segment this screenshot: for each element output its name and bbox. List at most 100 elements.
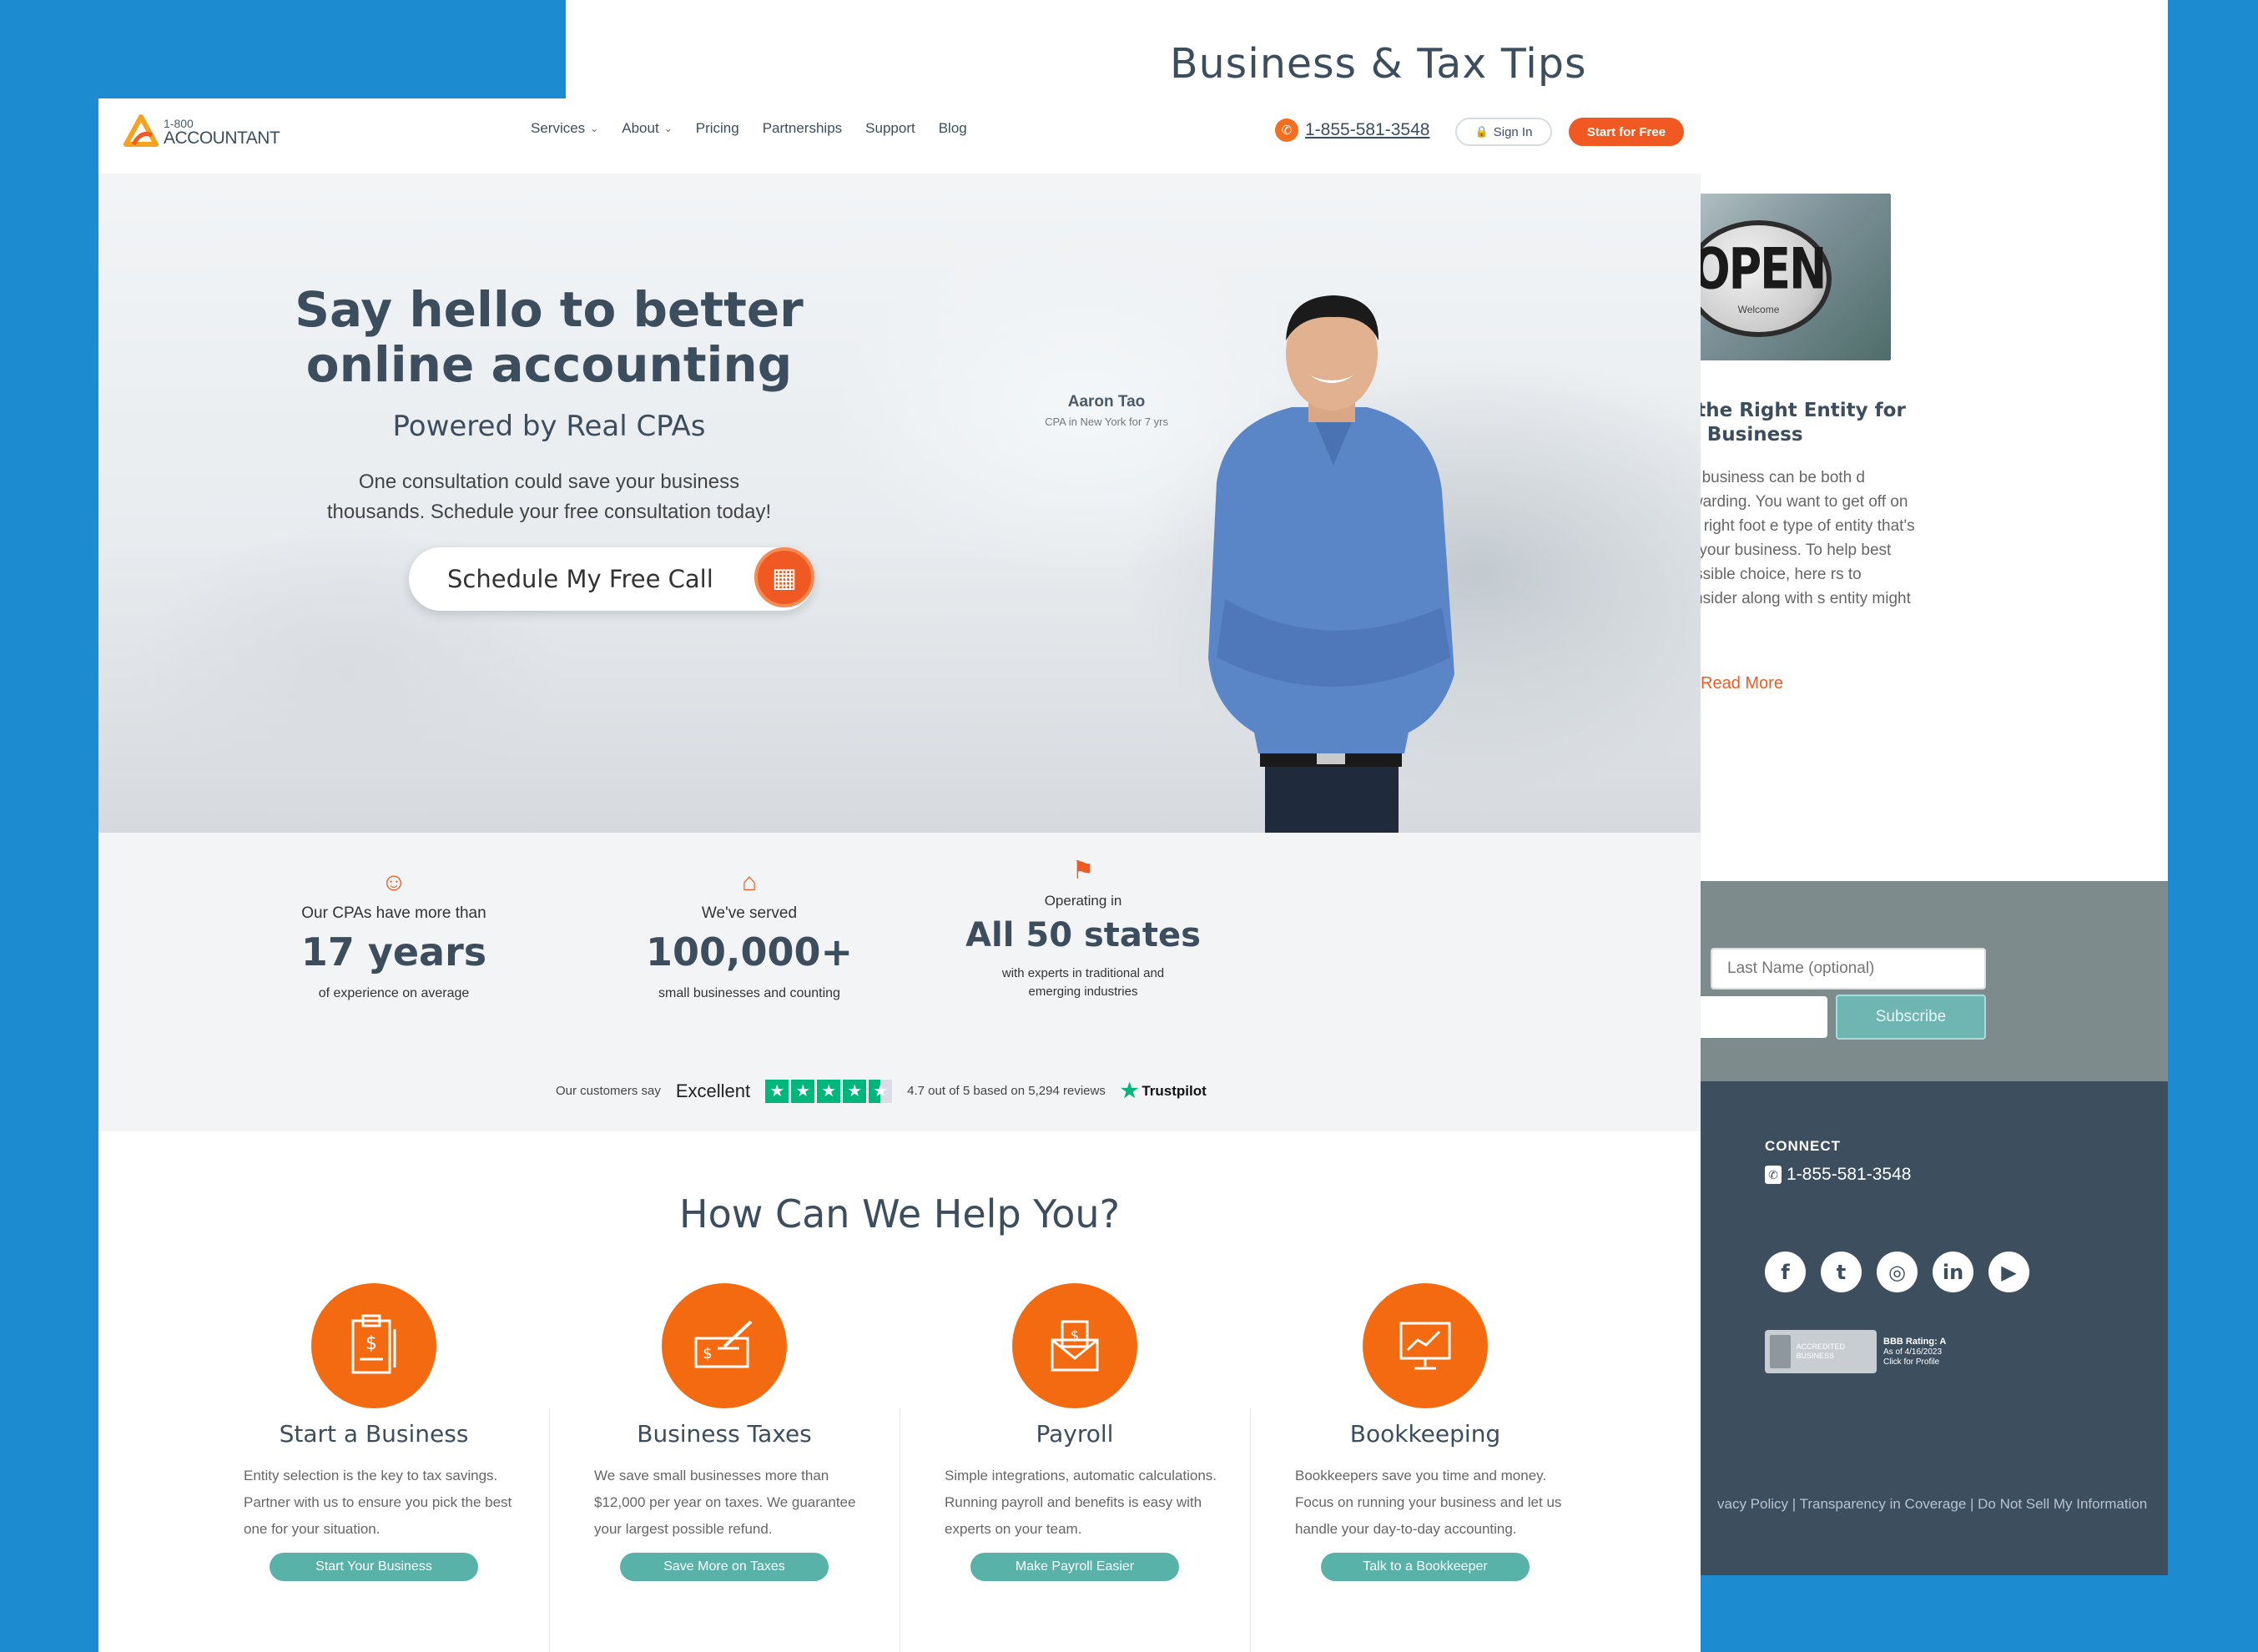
hero-body: One consultation could save your busines…: [326, 471, 772, 523]
save-more-on-taxes-button[interactable]: Save More on Taxes: [620, 1553, 829, 1581]
hero-headline: Say hello to better online accounting: [295, 281, 804, 393]
envelope-icon: $: [1012, 1283, 1137, 1408]
trustpilot-logo: ★ Trustpilot: [1121, 1079, 1207, 1103]
youtube-icon[interactable]: ▶: [1988, 1252, 2029, 1292]
storefront-icon: ⌂: [741, 869, 758, 896]
service-title: Start a Business: [279, 1420, 469, 1448]
menu-item-blog[interactable]: Blog: [939, 120, 967, 137]
sign-in-label: Sign In: [1493, 124, 1533, 139]
sign-in-button[interactable]: 🔒 Sign In: [1455, 118, 1552, 146]
make-payroll-easier-button[interactable]: Make Payroll Easier: [970, 1553, 1179, 1581]
section-title: Business & Tax Tips: [1170, 40, 1587, 88]
start-for-free-button[interactable]: Start for Free: [1569, 118, 1684, 146]
stat-experience: ☺ Our CPAs have more than 17 years of ex…: [244, 868, 544, 1003]
stat-states: ⚑ Operating in All 50 states with expert…: [933, 856, 1233, 1001]
bbb-logo-icon: [1770, 1335, 1792, 1368]
service-card-business-taxes: $ Business Taxes We save small businesse…: [566, 1283, 883, 1581]
flag-icon: ⚑: [1071, 857, 1095, 884]
bbb-rating: BBB Rating: A As of 4/16/2023 Click for …: [1883, 1337, 1946, 1367]
linkedin-icon[interactable]: in: [1933, 1252, 1973, 1292]
bbb-badge[interactable]: ACCREDITED BUSINESS BBB Rating: A As of …: [1765, 1330, 1962, 1373]
lock-icon: 🔒: [1474, 125, 1489, 138]
bbb-rating-click: Click for Profile: [1883, 1357, 1940, 1367]
service-text: Simple integrations, automatic calculati…: [945, 1468, 1217, 1537]
chart-board-icon: [1363, 1283, 1488, 1408]
sign-text: OPEN: [1691, 235, 1827, 302]
bbb-rating-title: BBB Rating: A: [1883, 1336, 1947, 1347]
stat-value: All 50 states: [965, 916, 1201, 954]
trustpilot-say: Our customers say: [556, 1084, 661, 1098]
divider: [1250, 1408, 1251, 1652]
star-icon: ★: [843, 1079, 867, 1103]
svg-text:$: $: [703, 1345, 712, 1362]
calendar-icon: ▦: [754, 547, 814, 607]
footer-legal-links[interactable]: vacy Policy | Transparency in Coverage |…: [1717, 1496, 2147, 1513]
trustpilot-brand: Trustpilot: [1142, 1082, 1207, 1099]
twitter-icon[interactable]: t: [1821, 1252, 1862, 1292]
stat-lead: Operating in: [1044, 893, 1122, 909]
stats-section: ☺ Our CPAs have more than 17 years of ex…: [98, 833, 1701, 1131]
subscribe-button[interactable]: Subscribe: [1836, 995, 1986, 1040]
service-text: Bookkeepers save you time and money. Foc…: [1295, 1468, 1562, 1537]
homepage: 1-800 ACCOUNTANT Services ⌄ About ⌄ Pricin…: [98, 98, 1701, 1652]
sign-subtext: Welcome: [1737, 303, 1780, 315]
star-icon: ★: [817, 1079, 841, 1103]
stat-lead: We've served: [701, 904, 798, 922]
trustpilot-star-icon: ★: [1120, 1080, 1139, 1102]
divider: [549, 1408, 550, 1652]
facebook-icon[interactable]: f: [1765, 1252, 1806, 1292]
menu-item-support[interactable]: Support: [865, 120, 915, 137]
stat-value: 17 years: [300, 929, 487, 975]
menu-label: Services: [531, 120, 586, 136]
service-card-start-business: $ Start a Business Entity selection is t…: [215, 1283, 532, 1581]
service-text: We save small businesses more than $12,0…: [594, 1468, 856, 1537]
service-card-payroll: $ Payroll Simple integrations, automatic…: [916, 1283, 1233, 1581]
menu-item-pricing[interactable]: Pricing: [696, 120, 739, 137]
footer-phone-number[interactable]: 1-855-581-3548: [1787, 1165, 1911, 1185]
hero-subheadline: Powered by Real CPAs: [392, 410, 706, 443]
service-title: Business Taxes: [637, 1420, 812, 1448]
schedule-call-label: Schedule My Free Call: [447, 565, 713, 593]
blog-post-title[interactable]: k the Right Entity for ur Business: [1677, 399, 1911, 447]
footer-phone[interactable]: ✆ 1-855-581-3548: [1765, 1165, 1911, 1185]
blog-post-excerpt: wn business can be both d rewarding. You…: [1677, 469, 1915, 632]
talk-to-bookkeeper-button[interactable]: Talk to a Bookkeeper: [1321, 1553, 1530, 1581]
social-links: f t ◎ in ▶: [1765, 1252, 2029, 1292]
logo[interactable]: 1-800 ACCOUNTANT: [123, 113, 280, 149]
svg-text:$: $: [1071, 1327, 1079, 1343]
logo-bottom: ACCOUNTANT: [164, 128, 280, 148]
star-icon: ★: [791, 1079, 815, 1103]
read-more-link[interactable]: Read More: [1701, 674, 1783, 693]
top-navigation: 1-800 ACCOUNTANT Services ⌄ About ⌄ Pricin…: [98, 98, 1701, 174]
last-name-input[interactable]: [1711, 948, 1986, 990]
clipboard-icon: $: [311, 1283, 436, 1408]
trustpilot-stars: ★ ★ ★ ★ ★: [765, 1079, 893, 1103]
stat-served: ⌂ We've served 100,000+ small businesses…: [599, 868, 900, 1003]
header-phone[interactable]: ✆ 1-855-581-3548: [1275, 118, 1429, 142]
bbb-seal-text: ACCREDITED BUSINESS: [1796, 1342, 1845, 1360]
menu-item-partnerships[interactable]: Partnerships: [763, 120, 842, 137]
stat-tail: of experience on average: [318, 986, 470, 1000]
stat-tail: small businesses and counting: [658, 986, 840, 1000]
instagram-icon[interactable]: ◎: [1877, 1252, 1918, 1292]
trustpilot-widget[interactable]: Our customers say Excellent ★ ★ ★ ★ ★ 4.…: [556, 1079, 1207, 1103]
menu-item-services[interactable]: Services ⌄: [531, 120, 598, 137]
star-icon: ★: [765, 1079, 789, 1103]
blog-thumbnail[interactable]: OPEN Welcome: [1677, 194, 1891, 360]
half-star-icon: ★: [869, 1079, 893, 1103]
cpa-photo: [1208, 295, 1454, 833]
check-signing-icon: $: [662, 1283, 787, 1408]
phone-icon: ✆: [1765, 1166, 1782, 1184]
face-icon: ☺: [381, 869, 407, 896]
service-card-bookkeeping: Bookkeeping Bookkeepers save you time an…: [1267, 1283, 1584, 1581]
start-your-business-button[interactable]: Start Your Business: [270, 1553, 478, 1581]
menu-item-about[interactable]: About ⌄: [622, 120, 673, 137]
chevron-down-icon: ⌄: [590, 123, 599, 134]
connect-label: CONNECT: [1765, 1138, 1842, 1154]
svg-text:$: $: [365, 1333, 377, 1354]
hero-section: Say hello to better online accounting Po…: [98, 174, 1701, 833]
menu-label: About: [622, 120, 659, 136]
header-phone-number[interactable]: 1-855-581-3548: [1305, 120, 1429, 140]
schedule-call-button[interactable]: Schedule My Free Call ▦: [409, 547, 814, 611]
trustpilot-rating-word: Excellent: [675, 1080, 751, 1101]
